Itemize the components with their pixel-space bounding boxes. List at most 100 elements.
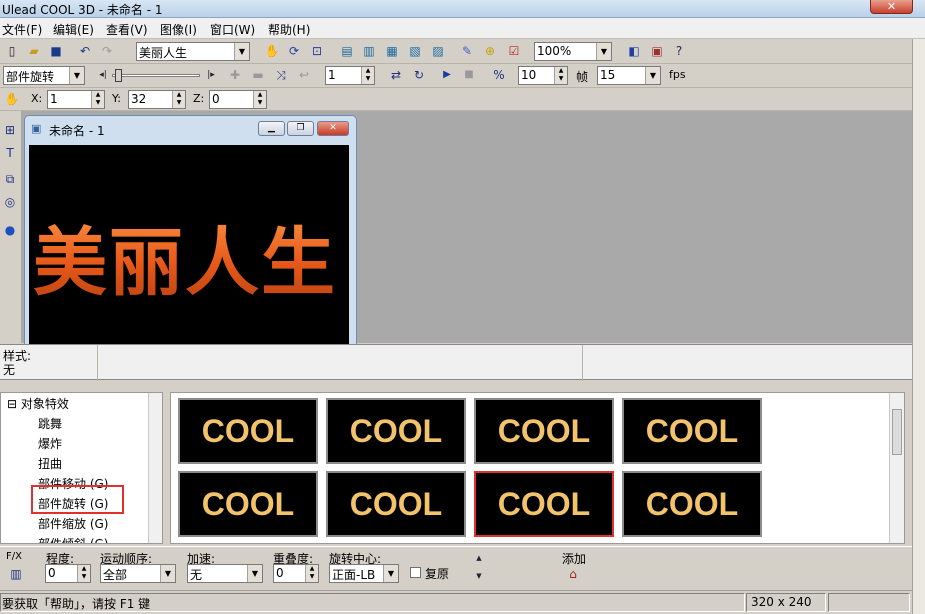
menu-help[interactable]: 帮助(H) (268, 21, 310, 38)
gallery-thumb[interactable]: COOL (622, 471, 762, 537)
loop-back-icon[interactable]: ↩ (295, 66, 313, 84)
menu-window[interactable]: 窗口(W) (210, 21, 255, 38)
doc-close-button[interactable]: ✕ (317, 121, 349, 136)
frame-stepper[interactable]: 1 ▲ ▼ (325, 66, 375, 85)
gallery-thumb-selected[interactable]: COOL (474, 471, 614, 537)
rotate-icon[interactable]: ⟳ (285, 42, 303, 60)
center-select[interactable]: 正面-LB ▼ (329, 564, 399, 583)
reset-checkbox[interactable] (410, 567, 421, 578)
style-bar: 样式: 无 (0, 344, 912, 381)
gallery-thumb[interactable]: COOL (622, 398, 762, 464)
remove-key-icon[interactable]: ▬ (249, 66, 267, 84)
order-select[interactable]: 全部 ▼ (100, 564, 176, 583)
reset-label: 复原 (425, 567, 450, 581)
tree-root-node[interactable]: ⊟ 对象特效 (7, 395, 69, 412)
chevron-down-icon: ▼ (596, 43, 611, 60)
tool-select[interactable]: 部件旋转 ▼ (3, 66, 85, 85)
bottom-view-icon[interactable]: ▨ (429, 42, 447, 60)
play-icon[interactable]: ▶ (438, 66, 456, 84)
redo-icon[interactable]: ↷ (98, 42, 116, 60)
status-bar: 要获取「帮助」，请按 F1 键 320 x 240 (0, 590, 912, 614)
gallery-thumb[interactable]: COOL (178, 398, 318, 464)
y-input[interactable]: 32 ▲ ▼ (128, 90, 186, 109)
gallery-thumb[interactable]: COOL (326, 471, 466, 537)
menu-image[interactable]: 图像(I) (160, 21, 197, 38)
overlap-value: 0 (276, 566, 284, 580)
fps-select[interactable]: 15 ▼ (597, 66, 661, 85)
new-file-icon[interactable]: ▯ (3, 42, 21, 60)
add-icon[interactable]: ⌂ (564, 565, 582, 583)
open-folder-icon[interactable]: ▰ (25, 42, 43, 60)
spin-arrows-icon: ▲ ▼ (305, 565, 318, 582)
doc-minimize-button[interactable]: ▁ (258, 121, 285, 136)
overlap-stepper[interactable]: 0 ▲ ▼ (273, 564, 319, 583)
select-tool-icon[interactable]: ⊞ (1, 121, 19, 139)
gallery-thumb[interactable]: COOL (326, 398, 466, 464)
text-object-select[interactable]: 美丽人生 ▼ (136, 42, 250, 61)
check-icon[interactable]: ☑ (505, 42, 523, 60)
animation-toolbar: 部件旋转 ▼ ◂| |▸ ✚ ▬ ⤨ ↩ 1 ▲ ▼ ⇄ ↻ ▶ ■ % 10 ▲ ▼ 帧… (0, 64, 915, 88)
standard-toolbar: ▯ ▰ ■ ↶ ↷ 美丽人生 ▼ ✋ ⟳ ⊡ ▤ ▥ ▦ ▧ ▨ ✎ ⊕ ☑ 10… (0, 40, 915, 64)
first-key-icon[interactable]: ◂| (94, 66, 112, 84)
scroll-arrows-icon[interactable]: ▲ ▼ (470, 553, 488, 581)
globe-icon[interactable]: ⊕ (481, 42, 499, 60)
loop-icon[interactable]: ⇄ (387, 66, 405, 84)
tree-item[interactable]: 扭曲 (38, 455, 62, 472)
timeline-slider[interactable] (112, 69, 200, 83)
undo-icon[interactable]: ↶ (76, 42, 94, 60)
menu-file[interactable]: 文件(F) (2, 21, 42, 38)
refresh-icon[interactable]: ↻ (410, 66, 428, 84)
effects-tree[interactable]: ⊟ 对象特效 跳舞 爆炸 扭曲 部件移动 (G) 部件旋转 (G) 部件缩放 (… (0, 392, 163, 544)
tree-item[interactable]: 部件倾斜 (G) (38, 535, 108, 543)
tree-item[interactable]: 跳舞 (38, 415, 62, 432)
gallery-thumb[interactable]: COOL (474, 398, 614, 464)
gallery-scrollbar[interactable] (889, 393, 904, 543)
count-stepper[interactable]: 10 ▲ ▼ (518, 66, 568, 85)
menu-view[interactable]: 查看(V) (106, 21, 148, 38)
gallery-scroll-thumb[interactable] (892, 409, 902, 455)
main-scrollbar[interactable] (912, 39, 925, 614)
top-view-icon[interactable]: ▥ (360, 42, 378, 60)
gallery-thumb[interactable]: COOL (178, 471, 318, 537)
degree-stepper[interactable]: 0 ▲ ▼ (45, 564, 91, 583)
help-icon[interactable]: ? (670, 42, 688, 60)
back-view-icon[interactable]: ▧ (406, 42, 424, 60)
light-icon[interactable]: ✎ (458, 42, 476, 60)
zoom-select[interactable]: 100% ▼ (534, 42, 612, 61)
menu-edit[interactable]: 编辑(E) (53, 21, 94, 38)
object-tool-icon[interactable]: ⧉ (1, 170, 19, 188)
save-icon[interactable]: ■ (47, 42, 65, 60)
window-close-button[interactable]: ✕ (870, 0, 913, 14)
percent-icon[interactable]: % (490, 66, 508, 84)
camera-icon[interactable]: ▣ (648, 42, 666, 60)
reverse-icon[interactable]: ⤨ (272, 66, 290, 84)
accel-select[interactable]: 无 ▼ (187, 564, 263, 583)
slider-thumb[interactable] (115, 69, 122, 82)
spin-arrows-icon: ▲ ▼ (77, 565, 90, 582)
add-key-icon[interactable]: ✚ (226, 66, 244, 84)
x-input[interactable]: 1 ▲ ▼ (47, 90, 105, 109)
degree-value: 0 (48, 566, 56, 580)
tool-value: 部件旋转 (6, 70, 55, 84)
move-hand-icon[interactable]: ✋ (3, 90, 21, 108)
chevron-down-icon: ▼ (234, 43, 249, 60)
close-icon: ✕ (329, 123, 337, 133)
text-tool-icon[interactable]: T (1, 144, 19, 162)
front-view-icon[interactable]: ▤ (338, 42, 356, 60)
z-input[interactable]: 0 ▲ ▼ (209, 90, 267, 109)
fx-icon[interactable]: ▥ (7, 565, 25, 583)
close-icon: ✕ (886, 0, 897, 13)
last-key-icon[interactable]: |▸ (202, 66, 220, 84)
side-view-icon[interactable]: ▦ (383, 42, 401, 60)
tree-item[interactable]: 爆炸 (38, 435, 62, 452)
target-tool-icon[interactable]: ◎ (1, 193, 19, 211)
tree-item[interactable]: 部件缩放 (G) (38, 515, 108, 532)
doc-restore-button[interactable]: ❐ (287, 121, 314, 136)
zoom-fit-icon[interactable]: ⊡ (308, 42, 326, 60)
render-icon[interactable]: ◧ (625, 42, 643, 60)
render-canvas[interactable]: 美丽人生 (29, 145, 349, 345)
hand-icon[interactable]: ✋ (263, 42, 281, 60)
tree-scrollbar[interactable] (148, 393, 162, 543)
sphere-tool-icon[interactable]: ● (1, 221, 19, 239)
stop-icon[interactable]: ■ (460, 66, 478, 84)
